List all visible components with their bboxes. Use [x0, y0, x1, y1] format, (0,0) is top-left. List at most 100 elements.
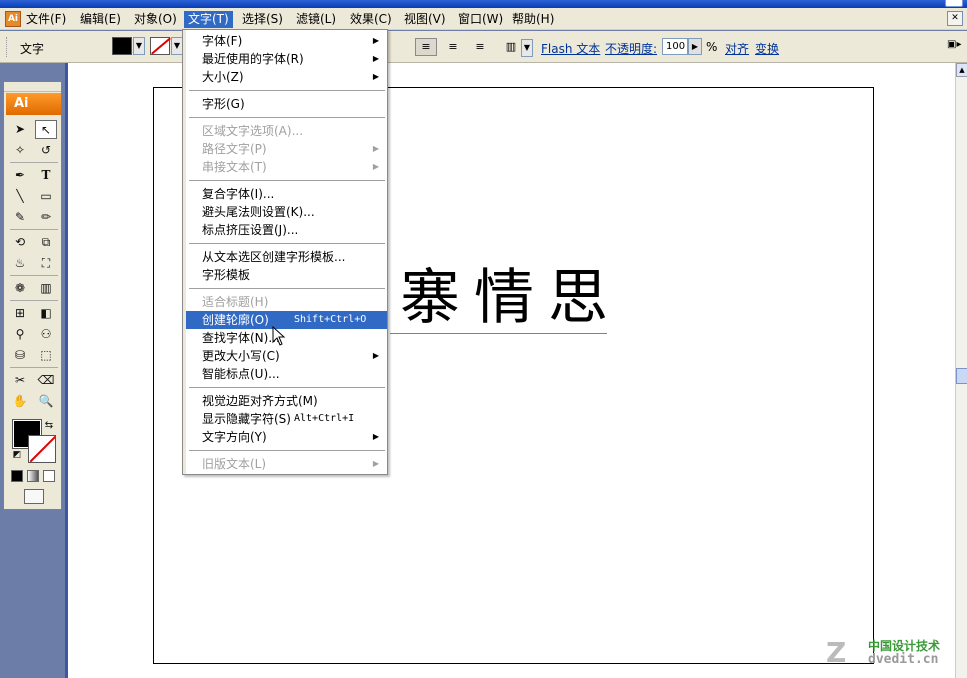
vertical-scrollbar[interactable]: ▲ [955, 63, 967, 678]
tools-panel-grip[interactable] [4, 82, 61, 92]
type-tool-icon[interactable]: T [35, 166, 57, 185]
screen-mode-icon[interactable] [24, 489, 44, 504]
brush-dropdown-icon[interactable]: ▼ [521, 39, 533, 57]
menu-help[interactable]: 帮助(H) [508, 11, 558, 28]
gradient-tool-icon[interactable]: ◧ [35, 304, 57, 323]
menu-item-smart-punctuation[interactable]: 智能标点(U)... [186, 365, 387, 383]
menu-item-glyphs[interactable]: 字形(G) [186, 95, 387, 113]
menu-bar: Ai 文件(F) 编辑(E) 对象(O) 文字(T) 选择(S) 滤镜(L) 效… [0, 8, 967, 30]
watermark-logo-icon: Z [826, 636, 847, 669]
paintbrush-tool-icon[interactable]: ✎ [9, 208, 31, 227]
canvas-text[interactable]: 寨情思 [400, 268, 622, 328]
menu-window[interactable]: 窗口(W) [454, 11, 507, 28]
stroke-color-swatch[interactable] [150, 37, 170, 55]
menu-item-fit-headline: 适合标题(H) [202, 295, 269, 309]
live-paint-selection-tool-icon[interactable]: ⬚ [35, 346, 57, 365]
menu-item-create-glyph-template[interactable]: 从文本选区创建字形模板... [186, 248, 387, 266]
pen-tool-icon[interactable]: ✒ [9, 166, 31, 185]
symbol-sprayer-tool-icon[interactable]: ❁ [9, 279, 31, 298]
mesh-tool-icon[interactable]: ⊞ [9, 304, 31, 323]
panel-menu-icon[interactable]: ▣▸ [947, 39, 965, 55]
eyedropper-tool-icon[interactable]: ⚲ [9, 325, 31, 344]
menu-item-glyph-template[interactable]: 字形模板 [186, 266, 387, 284]
fill-dropdown-icon[interactable]: ▼ [133, 37, 145, 55]
menu-item-kinsoku-settings[interactable]: 避头尾法则设置(K)... [186, 203, 387, 221]
eraser-tool-icon[interactable]: ⌫ [35, 371, 57, 390]
magic-wand-tool-icon[interactable]: ✧ [9, 141, 31, 160]
type-menu-dropdown: 字体(F) ▶ 最近使用的字体(R) ▶ 大小(Z) ▶ 字形(G) 区域文字选项(A… [182, 29, 388, 475]
mouse-cursor-icon [272, 326, 286, 346]
scroll-up-icon[interactable]: ▲ [956, 63, 967, 77]
live-paint-bucket-tool-icon[interactable]: ⛁ [9, 346, 31, 365]
menu-item-show-hidden-characters[interactable]: 显示隐藏字符(S) Alt+Ctrl+I [186, 410, 387, 428]
menu-item-mojikumi-settings[interactable]: 标点挤压设置(J)... [186, 221, 387, 239]
menu-item-threaded-text: 串接文本(T) ▶ [202, 160, 379, 174]
submenu-arrow-icon: ▶ [372, 144, 379, 153]
align-left-icon[interactable]: ≡ [415, 38, 437, 56]
submenu-arrow-icon: ▶ [372, 36, 379, 45]
menu-item-type-on-path: 路径文字(P) ▶ [202, 142, 379, 156]
menu-item-change-case[interactable]: 更改大小写(C) ▶ [186, 347, 387, 365]
zoom-tool-icon[interactable]: 🔍 [35, 392, 57, 411]
scale-tool-icon[interactable]: ⧉ [35, 233, 57, 252]
text-baseline [390, 333, 607, 334]
shortcut-create-outlines: Shift+Ctrl+O [294, 314, 367, 325]
document-close-button[interactable]: ✕ [947, 11, 963, 26]
menu-item-font[interactable]: 字体(F) ▶ [186, 32, 387, 50]
gradient-mode-icon[interactable] [27, 470, 39, 482]
align-link[interactable]: 对齐 [725, 40, 749, 57]
fill-color-swatch[interactable] [112, 37, 132, 55]
menu-file[interactable]: 文件(F) [22, 11, 70, 28]
graph-tool-icon[interactable]: ▥ [35, 279, 57, 298]
menu-edit[interactable]: 编辑(E) [76, 11, 125, 28]
free-transform-tool-icon[interactable]: ⛶ [35, 254, 57, 273]
tools-separator [10, 300, 58, 301]
warp-tool-icon[interactable]: ♨ [9, 254, 31, 273]
menu-item-recent-fonts[interactable]: 最近使用的字体(R) ▶ [186, 50, 387, 68]
opacity-input[interactable]: 100 [662, 38, 688, 55]
menu-item-legacy-text: 旧版文本(L) ▶ [202, 457, 379, 471]
line-tool-icon[interactable]: ╲ [9, 187, 31, 206]
opacity-arrow-icon[interactable]: ▶ [688, 38, 702, 55]
default-colors-icon[interactable]: ◩ [10, 446, 24, 465]
align-right-icon[interactable]: ≡ [469, 38, 491, 56]
menu-filter[interactable]: 滤镜(L) [292, 11, 340, 28]
selection-tool-icon[interactable]: ➤ [9, 120, 31, 139]
tools-separator [10, 367, 58, 368]
submenu-arrow-icon: ▶ [372, 162, 379, 171]
menu-view[interactable]: 视图(V) [400, 11, 450, 28]
control-bar-grip[interactable] [6, 37, 9, 57]
menu-object[interactable]: 对象(O) [130, 11, 181, 28]
slice-tool-icon[interactable]: ✂ [9, 371, 31, 390]
menu-effect[interactable]: 效果(C) [346, 11, 396, 28]
menu-item-composite-fonts[interactable]: 复合字体(I)... [186, 185, 387, 203]
menu-type[interactable]: 文字(T) [184, 11, 233, 28]
stroke-color-box[interactable] [28, 435, 56, 463]
menu-item-area-type-options: 区域文字选项(A)... [202, 124, 304, 138]
submenu-arrow-icon: ▶ [372, 54, 379, 63]
rotate-tool-icon[interactable]: ⟲ [9, 233, 31, 252]
lasso-tool-icon[interactable]: ↺ [35, 141, 57, 160]
app-icon[interactable]: Ai [5, 11, 21, 27]
scroll-thumb[interactable] [956, 368, 967, 384]
transform-link[interactable]: 变换 [755, 40, 779, 57]
color-mode-icon[interactable] [11, 470, 23, 482]
pencil-tool-icon[interactable]: ✏ [35, 208, 57, 227]
align-center-icon[interactable]: ≡ [442, 38, 464, 56]
menu-select[interactable]: 选择(S) [238, 11, 287, 28]
swap-colors-icon[interactable]: ⇆ [42, 416, 56, 435]
menu-item-optical-margin-alignment[interactable]: 视觉边距对齐方式(M) [186, 392, 387, 410]
opacity-link[interactable]: 不透明度: [605, 40, 657, 57]
watermark-url: dvedit.cn [868, 652, 939, 667]
hand-tool-icon[interactable]: ✋ [9, 392, 31, 411]
tools-separator [10, 162, 58, 163]
direct-selection-tool-icon[interactable]: ↖ [35, 120, 57, 139]
window-close-button[interactable] [945, 0, 963, 7]
blend-tool-icon[interactable]: ⚇ [35, 325, 57, 344]
flash-text-link[interactable]: Flash 文本 [541, 40, 600, 57]
menu-item-type-orientation[interactable]: 文字方向(Y) ▶ [186, 428, 387, 446]
rectangle-tool-icon[interactable]: ▭ [35, 187, 57, 206]
none-mode-icon[interactable] [43, 470, 55, 482]
menu-item-size[interactable]: 大小(Z) ▶ [186, 68, 387, 86]
brush-library-icon[interactable]: ▥ [500, 38, 522, 56]
